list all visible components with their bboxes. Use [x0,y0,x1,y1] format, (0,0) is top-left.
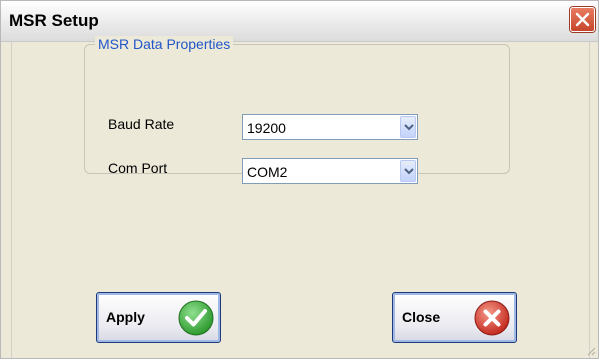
baud-rate-value: 19200 [247,120,286,136]
close-button-label: Close [402,309,441,325]
title-bar: MSR Setup [1,1,598,42]
chevron-down-icon [404,124,414,131]
msr-setup-window: MSR Setup MSR Data Properties Baud Rate … [0,0,599,359]
resize-grip-icon[interactable] [584,344,596,356]
com-port-select[interactable]: COM2 [242,158,418,184]
window-title: MSR Setup [9,11,99,30]
group-legend: MSR Data Properties [95,36,234,52]
msr-data-properties-group [84,44,510,174]
baud-rate-dropdown-button[interactable] [400,116,416,138]
baud-rate-select[interactable]: 19200 [242,114,418,140]
chevron-down-icon [404,168,414,175]
close-icon [575,12,590,27]
apply-button-label: Apply [106,309,145,325]
x-circle-icon [474,300,510,336]
apply-button[interactable]: Apply [96,292,221,343]
com-port-label: Com Port [108,160,168,176]
check-icon [178,300,214,336]
window-close-button[interactable] [570,7,595,32]
com-port-value: COM2 [247,164,288,180]
com-port-dropdown-button[interactable] [400,160,416,182]
close-button[interactable]: Close [392,292,517,343]
baud-rate-label: Baud Rate [108,116,175,132]
